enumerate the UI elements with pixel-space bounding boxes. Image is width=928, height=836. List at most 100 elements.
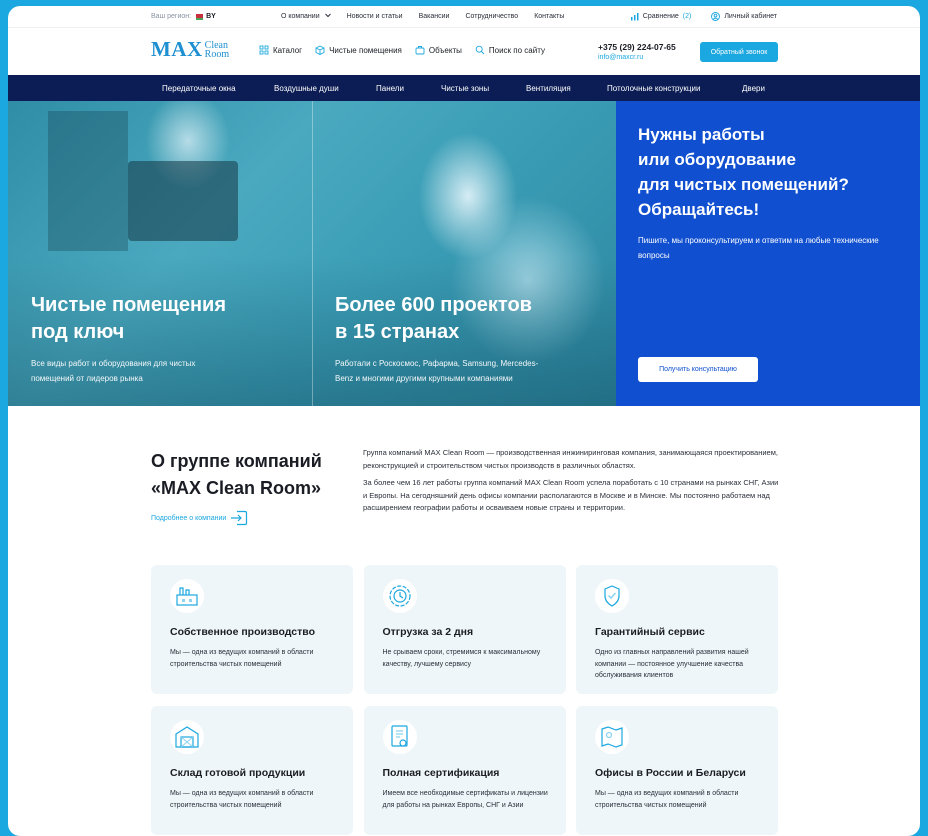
- hero-cta-panel: Нужны работы или оборудование для чистых…: [616, 101, 920, 406]
- callback-button[interactable]: Обратный звонок: [700, 42, 778, 62]
- hero-cta-title: Нужны работы или оборудование для чистых…: [638, 122, 849, 222]
- bar-chart-icon: [630, 13, 639, 21]
- hero-turnkey-text-line: помещений от лидеров рынка: [31, 374, 143, 383]
- feature-title: Отгрузка за 2 дня: [382, 626, 474, 638]
- header-nav: Каталог Чистые помещения Объекты Поиск п…: [259, 45, 545, 55]
- about-title-line: «MAX Clean Room»: [151, 478, 322, 498]
- compare-link[interactable]: Сравнение (2): [630, 12, 692, 21]
- phone-number[interactable]: +375 (29) 224-07-65: [598, 42, 676, 52]
- hero-turnkey-text-line: Все виды работ и оборудования для чистых: [31, 359, 196, 368]
- site-search-label: Поиск по сайту: [488, 45, 545, 55]
- hero: Чистые помещения под ключ Все виды работ…: [8, 101, 920, 406]
- grid-icon: [259, 45, 269, 55]
- top-nav: О компании Новости и статьи Вакансии Сот…: [281, 13, 564, 20]
- feature-text: Одно из главных направлений развития наш…: [595, 649, 749, 679]
- region-label: Ваш регион:: [151, 13, 192, 20]
- top-nav-contacts[interactable]: Контакты: [534, 13, 564, 20]
- header: MAX Clean Room Каталог Чистые помещения …: [8, 28, 920, 75]
- hero-cta-title-line: Нужны работы: [638, 125, 765, 144]
- feature-title: Офисы в России и Беларуси: [595, 767, 746, 779]
- email-link[interactable]: info@maxcr.ru: [598, 54, 676, 61]
- hero-projects: Более 600 проектов в 15 странах Работали…: [335, 292, 538, 386]
- top-right-links: Сравнение (2) Личный кабинет: [630, 12, 777, 21]
- hero-cta-title-line: для чистых помещений?: [638, 175, 849, 194]
- hero-cta-title-line: или оборудование: [638, 150, 796, 169]
- hero-projects-title: Более 600 проектов в 15 странах: [335, 292, 538, 346]
- hero-turnkey-text: Все виды работ и оборудования для чистых…: [31, 356, 226, 386]
- map-icon: [595, 720, 629, 754]
- category-nav-item[interactable]: Двери: [742, 84, 765, 93]
- objects-link[interactable]: Объекты: [415, 45, 462, 55]
- user-icon: [711, 12, 721, 21]
- about-paragraph: Группа компаний MAX Clean Room — произво…: [363, 448, 778, 470]
- feature-text: Не срываем сроки, стремимся к максимальн…: [382, 649, 541, 668]
- browser-frame: Ваш регион: BY О компании Новости и стат…: [8, 6, 920, 836]
- hero-cta-title-line: Обращайтесь!: [638, 200, 760, 219]
- compare-count: (2): [682, 13, 692, 20]
- hero-projects-text-line: Работали с Роскосмос, Рафарма, Samsung, …: [335, 359, 539, 368]
- factory-icon: [170, 579, 204, 613]
- warehouse-icon: [170, 720, 204, 754]
- compare-label: Сравнение: [642, 13, 679, 20]
- category-nav-item[interactable]: Воздушные души: [274, 84, 339, 93]
- about-more-link[interactable]: Подробнее о компании: [151, 510, 248, 526]
- feature-card: Склад готовой продукции Мы — одна из вед…: [151, 706, 353, 835]
- feature-title: Полная сертификация: [382, 767, 500, 779]
- features-grid: Собственное производство Мы — одна из ве…: [151, 565, 778, 835]
- hero-turnkey-title: Чистые помещения под ключ: [31, 292, 226, 346]
- category-nav-item[interactable]: Передаточные окна: [162, 84, 236, 93]
- logo-max: MAX: [151, 37, 203, 61]
- hero-projects-text-line: Benz и многими другими крупными компания…: [335, 374, 513, 383]
- about-section: О группе компаний «MAX Clean Room» Подро…: [8, 406, 920, 566]
- feature-text: Мы — одна из ведущих компаний в области …: [595, 790, 739, 809]
- hero-turnkey-title-line: Чистые помещения: [31, 294, 227, 316]
- feature-text: Мы — одна из ведущих компаний в области …: [170, 649, 314, 668]
- feature-card: Офисы в России и Беларуси Мы — одна из в…: [576, 706, 778, 835]
- account-label: Личный кабинет: [724, 13, 777, 20]
- top-nav-jobs[interactable]: Вакансии: [419, 13, 450, 20]
- feature-card: Отгрузка за 2 дня Не срываем сроки, стре…: [363, 565, 566, 694]
- equipment-shape: [48, 111, 128, 251]
- feature-title: Склад готовой продукции: [170, 767, 306, 779]
- hero-turnkey-title-line: под ключ: [31, 321, 125, 343]
- top-nav-cooperation[interactable]: Сотрудничество: [465, 13, 518, 20]
- hero-projects-title-line: в 15 странах: [335, 321, 460, 343]
- category-nav-item[interactable]: Потолочные конструкции: [607, 84, 700, 93]
- hero-projects-title-line: Более 600 проектов: [335, 294, 532, 316]
- category-nav-item[interactable]: Чистые зоны: [441, 84, 489, 93]
- logo[interactable]: MAX Clean Room: [151, 37, 229, 62]
- feature-text: Мы — одна из ведущих компаний в области …: [170, 790, 314, 809]
- hero-projects-text: Работали с Роскосмос, Рафарма, Samsung, …: [335, 356, 538, 386]
- top-nav-about-label: О компании: [281, 13, 320, 20]
- hero-divider: [312, 101, 313, 406]
- certificate-icon: [382, 720, 417, 754]
- about-paragraph: За более чем 16 лет работы группа компан…: [363, 478, 779, 512]
- about-title: О группе компаний «MAX Clean Room»: [151, 448, 322, 502]
- site-search-link[interactable]: Поиск по сайту: [475, 45, 545, 55]
- category-nav-item[interactable]: Вентиляция: [526, 84, 571, 93]
- equipment-shape: [128, 161, 238, 241]
- category-nav-item[interactable]: Панели: [376, 84, 404, 93]
- guarantee-icon: [595, 579, 629, 613]
- feature-text: Имеем все необходимые сертификаты и лице…: [382, 790, 548, 809]
- top-nav-about[interactable]: О компании: [281, 13, 331, 20]
- logo-room: Room: [204, 48, 230, 60]
- account-link[interactable]: Личный кабинет: [711, 12, 777, 21]
- login-arrow-icon: [231, 510, 248, 526]
- about-title-line: О группе компаний: [151, 451, 322, 471]
- top-bar: Ваш регион: BY О компании Новости и стат…: [8, 6, 920, 28]
- get-consultation-button[interactable]: Получить консультацию: [638, 357, 758, 382]
- catalog-label: Каталог: [273, 45, 303, 55]
- header-contacts: +375 (29) 224-07-65 info@maxcr.ru: [598, 42, 676, 61]
- cleanrooms-link[interactable]: Чистые помещения: [315, 45, 402, 55]
- logo-clean-room: Clean Room: [204, 40, 230, 60]
- briefcase-icon: [415, 46, 425, 55]
- region-selector[interactable]: Ваш регион: BY: [151, 13, 216, 20]
- objects-label: Объекты: [428, 45, 462, 55]
- catalog-link[interactable]: Каталог: [259, 45, 302, 55]
- belarus-flag-icon: [194, 13, 204, 20]
- feature-card: Полная сертификация Имеем все необходимы…: [363, 706, 566, 835]
- top-nav-news[interactable]: Новости и статьи: [347, 13, 403, 20]
- cube-icon: [315, 45, 325, 55]
- hero-photo: Чистые помещения под ключ Все виды работ…: [8, 101, 616, 406]
